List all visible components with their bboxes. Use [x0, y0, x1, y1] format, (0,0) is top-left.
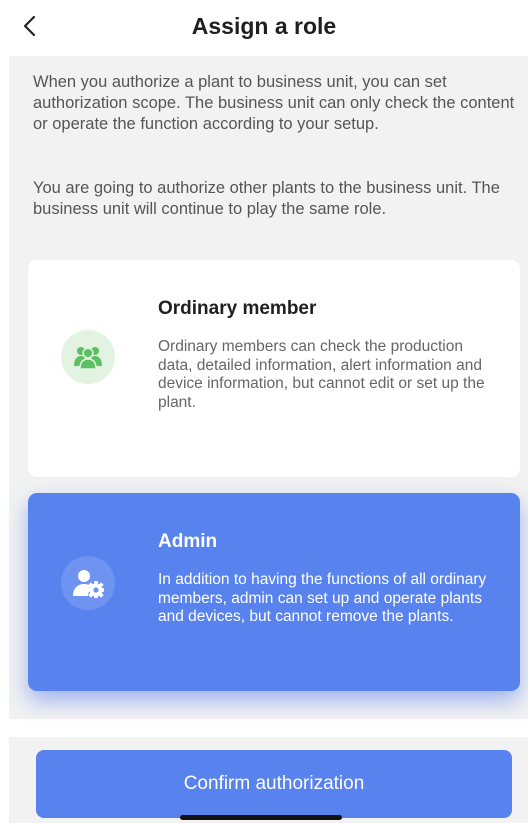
header-bar: Assign a role	[0, 0, 528, 56]
group-icon	[61, 330, 115, 384]
page-title: Assign a role	[191, 13, 337, 39]
intro-paragraph-scope: When you authorize a plant to business u…	[33, 73, 515, 133]
confirm-authorization-button[interactable]: Confirm authorization	[36, 750, 512, 818]
role-card-admin[interactable]: Admin In addition to having the function…	[28, 493, 520, 691]
content-area: When you authorize a plant to business u…	[9, 56, 528, 719]
home-indicator	[180, 815, 342, 820]
role-description-ordinary-member: Ordinary members can check the productio…	[158, 338, 485, 411]
admin-gear-icon	[61, 556, 115, 610]
role-title-admin: Admin	[158, 531, 218, 552]
role-description-admin: In addition to having the functions of a…	[158, 571, 487, 625]
role-title-ordinary-member: Ordinary member	[158, 298, 317, 319]
role-card-ordinary-member[interactable]: Ordinary member Ordinary members can che…	[28, 260, 520, 477]
footer-bar: Confirm authorization	[9, 737, 528, 823]
intro-paragraph-role: You are going to authorize other plants …	[33, 179, 500, 218]
